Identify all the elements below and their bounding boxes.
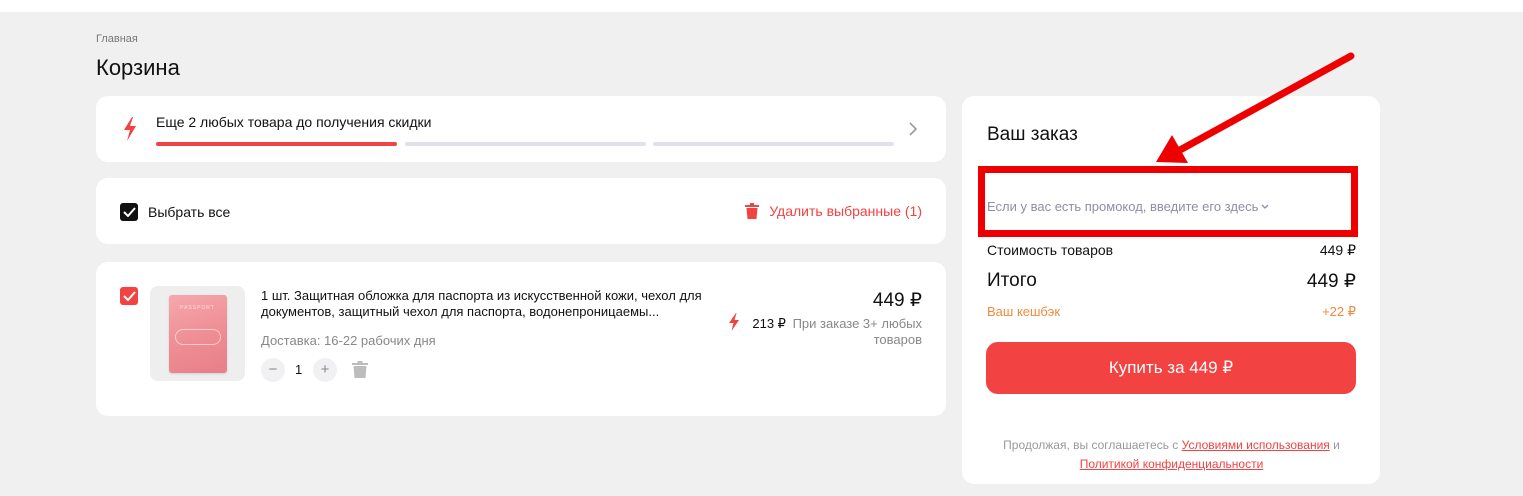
quantity-increase-button[interactable]: + (313, 358, 337, 382)
bulk-discount-info: 213 ₽ При заказе 3+ любых товаров (722, 316, 922, 348)
total-label: Итого (987, 270, 1037, 291)
cashback-value: +22 ₽ (1322, 304, 1356, 319)
cashback-row: Ваш кешбэк +22 ₽ (987, 304, 1356, 320)
delivery-info: Доставка: 16-22 рабочих дня (261, 333, 436, 348)
passport-cover-word: PASSPORT (180, 304, 215, 311)
select-all-label[interactable]: Выбрать все (148, 204, 230, 220)
promo-code-prompt: Если у вас есть промокод, введите его зд… (987, 199, 1259, 214)
select-all-checkbox[interactable] (120, 203, 138, 221)
total-row: Итого 449 ₽ (987, 270, 1356, 293)
buy-button[interactable]: Купить за 449 ₽ (986, 342, 1356, 394)
progress-segment-1 (156, 142, 397, 146)
trash-icon[interactable] (352, 361, 368, 378)
delete-selected-button[interactable]: Удалить выбранные (1) (745, 203, 922, 219)
lightning-icon (124, 117, 136, 141)
progress-segment-3 (653, 142, 894, 146)
terms-prefix: Продолжая, вы соглашаетесь с (1003, 438, 1179, 452)
trash-icon (745, 203, 760, 219)
privacy-policy-link[interactable]: Политикой конфиденциальности (1080, 457, 1264, 471)
bulk-discount-price: 213 ₽ (752, 316, 786, 331)
quantity-value: 1 (295, 362, 303, 377)
discount-progress-text: Еще 2 любых товара до получения скидки (156, 114, 432, 130)
summary-title: Ваш заказ (987, 124, 1078, 145)
select-all-bar: Выбрать все Удалить выбранные (1) (96, 178, 946, 244)
chevron-down-icon (1261, 204, 1269, 209)
chevron-right-icon[interactable] (908, 121, 918, 137)
order-summary: Ваш заказ Если у вас есть промокод, введ… (962, 96, 1380, 484)
product-thumbnail[interactable]: PASSPORT (150, 286, 245, 381)
terms-notice: Продолжая, вы соглашаетесь с Условиями и… (987, 436, 1356, 474)
passport-cover-ornament (174, 328, 221, 345)
delete-selected-label: Удалить выбранные (1) (769, 203, 922, 219)
goods-cost-label: Стоимость товаров (987, 242, 1114, 258)
bulk-discount-condition: При заказе 3+ любых товаров (792, 316, 922, 347)
check-icon (122, 291, 136, 301)
goods-cost-value: 449 ₽ (1319, 242, 1356, 258)
check-icon (122, 207, 136, 217)
goods-cost-row: Стоимость товаров 449 ₽ (987, 242, 1356, 259)
quantity-decrease-button[interactable]: − (261, 358, 285, 382)
passport-cover-image: PASSPORT (168, 294, 227, 373)
promo-code-toggle[interactable]: Если у вас есть промокод, введите его зд… (987, 199, 1269, 214)
progress-segment-2 (405, 142, 646, 146)
terms-of-use-link[interactable]: Условиями использования (1182, 438, 1330, 452)
cashback-label: Ваш кешбэк (987, 304, 1061, 319)
discount-progress-banner[interactable]: Еще 2 любых товара до получения скидки (96, 96, 946, 162)
total-value: 449 ₽ (1306, 271, 1356, 292)
breadcrumb[interactable]: Главная (96, 33, 138, 45)
item-price: 449 ₽ (872, 290, 922, 311)
item-checkbox[interactable] (120, 287, 138, 305)
page-title: Корзина (96, 55, 180, 80)
product-title[interactable]: 1 шт. Защитная обложка для паспорта из и… (261, 288, 721, 320)
cart-item: PASSPORT 1 шт. Защитная обложка для пасп… (96, 262, 946, 416)
terms-and: и (1333, 438, 1340, 452)
top-bar (0, 0, 1523, 12)
